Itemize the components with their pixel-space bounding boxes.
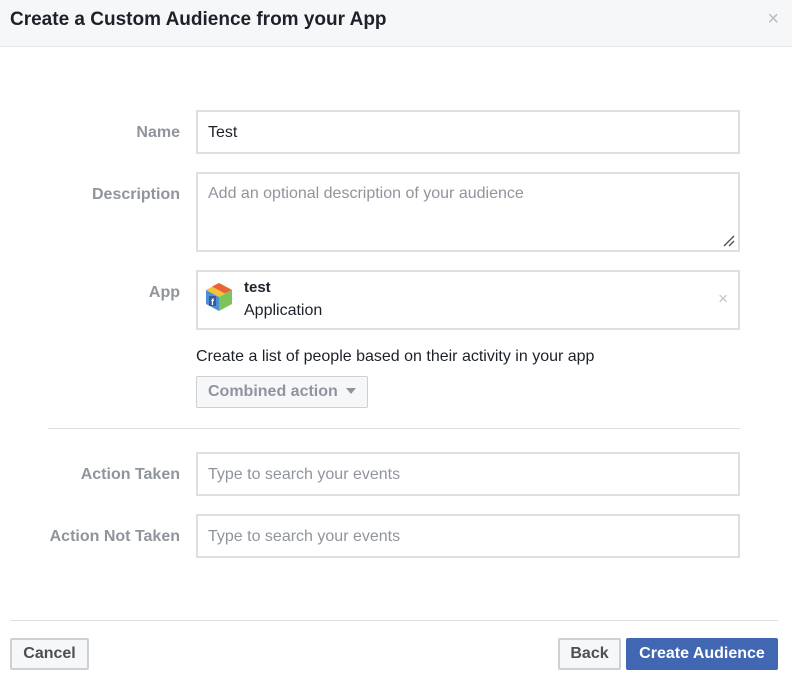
remove-app-icon[interactable]: × [718,289,728,309]
action-not-taken-label: Action Not Taken [49,528,180,545]
app-selector[interactable]: f test Application × [196,270,740,330]
cancel-button[interactable]: Cancel [10,638,89,670]
action-not-taken-input[interactable]: Type to search your events [196,514,740,558]
name-input[interactable]: Test [196,110,740,154]
back-button[interactable]: Back [558,638,621,670]
action-taken-placeholder: Type to search your events [208,466,401,483]
dialog-title: Create a Custom Audience from your App [10,9,387,30]
caret-down-icon [346,388,356,394]
action-taken-label: Action Taken [80,466,180,483]
app-name: test [244,279,271,296]
action-not-taken-placeholder: Type to search your events [208,528,401,545]
footer-divider [10,620,778,621]
app-label: App [148,284,180,301]
close-icon[interactable]: × [767,9,779,29]
custom-audience-dialog: Create a Custom Audience from your App ×… [0,0,792,682]
section-divider [48,428,740,429]
app-type: Application [244,302,323,319]
description-label: Description [91,186,180,203]
description-textarea[interactable]: Add an optional description of your audi… [196,172,740,252]
resize-grip-icon[interactable] [723,235,735,247]
helper-text: Create a list of people based on their a… [196,348,595,365]
combined-action-label: Combined action [208,383,338,400]
action-taken-input[interactable]: Type to search your events [196,452,740,496]
combined-action-dropdown[interactable]: Combined action [196,376,368,408]
dialog-header: Create a Custom Audience from your App × [0,0,792,47]
create-audience-button[interactable]: Create Audience [626,638,778,670]
description-placeholder: Add an optional description of your audi… [208,185,524,202]
name-input-value: Test [208,124,238,141]
facebook-app-cube-icon: f [206,283,232,311]
name-label: Name [136,124,180,141]
